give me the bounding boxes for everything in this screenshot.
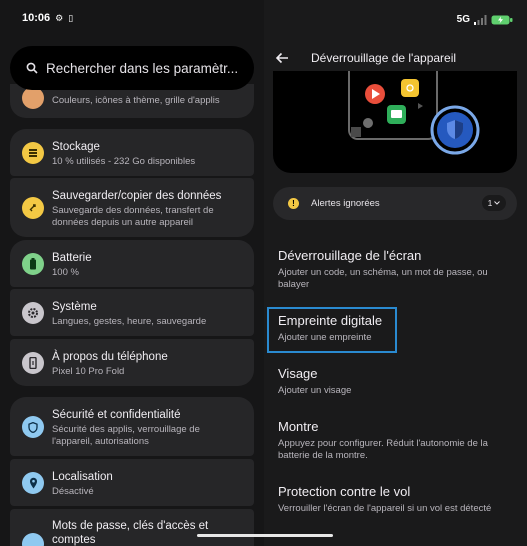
device-icon: ▯ [68, 12, 74, 23]
watch-option[interactable]: Montre Appuyez pour configurer. Réduit l… [278, 419, 508, 462]
backup-setting-item[interactable]: Sauvegarder/copier des données Sauvegard… [10, 178, 254, 237]
security-subtitle-1: Sécurité des applis, verrouillage de [52, 424, 200, 435]
gesture-navigation-bar[interactable] [197, 534, 333, 537]
security-illustration [273, 71, 517, 173]
battery-setting-item[interactable]: Batterie 100 % [10, 240, 254, 287]
storage-title: Stockage [52, 141, 100, 153]
theft-protection-option[interactable]: Protection contre le vol Verrouiller l'é… [278, 484, 508, 515]
ignored-alerts-chip[interactable]: ! Alertes ignorées 1 [273, 187, 517, 220]
fingerprint-focus-highlight [267, 307, 397, 353]
security-title: Sécurité et confidentialité [52, 409, 181, 421]
network-type: 5G [456, 14, 470, 25]
search-icon [26, 62, 38, 74]
location-subtitle: Désactivé [52, 486, 94, 497]
display-subtitle: Couleurs, icônes à thème, grille d'appli… [52, 95, 220, 106]
page-title: Déverrouillage de l'appareil [311, 51, 457, 65]
ignored-alerts-label: Alertes ignorées [311, 198, 380, 209]
settings-pane: 10:06 ⚙ ▯ Rechercher dans les paramètr..… [0, 0, 264, 546]
search-placeholder: Rechercher dans les paramètr... [46, 60, 239, 76]
battery-icon [22, 253, 44, 275]
storage-setting-item[interactable]: Stockage 10 % utilisés - 232 Go disponib… [10, 129, 254, 176]
security-subtitle-2: l'appareil, autorisations [52, 436, 149, 447]
backup-subtitle-1: Sauvegarde des données, transfert de [52, 205, 214, 216]
location-setting-item[interactable]: Localisation Désactivé [10, 459, 254, 506]
passwords-title-2: comptes [52, 534, 96, 546]
status-bar-left: 10:06 ⚙ ▯ [22, 12, 73, 24]
screen-unlock-option[interactable]: Déverrouillage de l'écran Ajouter un cod… [278, 248, 508, 291]
face-option[interactable]: Visage Ajouter un visage [278, 366, 508, 397]
back-arrow-icon[interactable] [275, 51, 289, 65]
screen-unlock-subtitle-1: Ajouter un code, un schéma, un mot de pa… [278, 267, 488, 278]
storage-icon [22, 142, 44, 164]
watch-subtitle-1: Appuyez pour configurer. Réduit l'autono… [278, 438, 488, 449]
device-unlock-pane: 5G Déverrouillage de l'appareil ! Alerte… [264, 0, 527, 546]
passwords-title-1: Mots de passe, clés d'accès et [52, 520, 209, 532]
settings-gear-icon: ⚙ [55, 12, 64, 23]
alert-count-badge[interactable]: 1 [482, 195, 506, 211]
system-title: Système [52, 301, 97, 313]
status-bar-right: 5G [457, 14, 513, 25]
palette-icon [22, 87, 44, 109]
watch-title: Montre [278, 419, 319, 434]
location-icon [22, 472, 44, 494]
theft-protection-subtitle: Verrouiller l'écran de l'appareil si un … [278, 503, 492, 514]
battery-title: Batterie [52, 252, 92, 264]
storage-subtitle: 10 % utilisés - 232 Go disponibles [52, 156, 196, 167]
key-icon [22, 533, 44, 546]
backup-title: Sauvegarder/copier des données [52, 190, 222, 202]
screen-unlock-title: Déverrouillage de l'écran [278, 248, 422, 263]
battery-subtitle: 100 % [52, 267, 79, 278]
backup-subtitle-2: données depuis un autre appareil [52, 217, 194, 228]
system-icon [22, 302, 44, 324]
passwords-setting-item[interactable]: Mots de passe, clés d'accès et comptes [10, 509, 254, 546]
battery-charging-icon [491, 15, 513, 24]
security-setting-item[interactable]: Sécurité et confidentialité Sécurité des… [10, 397, 254, 456]
system-subtitle: Langues, gestes, heure, sauvegarde [52, 316, 207, 327]
backup-icon [22, 197, 44, 219]
theft-protection-title: Protection contre le vol [278, 484, 411, 499]
about-phone-setting-item[interactable]: À propos du téléphone Pixel 10 Pro Fold [10, 339, 254, 386]
system-setting-item[interactable]: Système Langues, gestes, heure, sauvegar… [10, 289, 254, 336]
about-phone-subtitle: Pixel 10 Pro Fold [52, 366, 125, 377]
chevron-down-icon [494, 201, 501, 205]
location-title: Localisation [52, 471, 113, 483]
screen-unlock-subtitle-2: balayer [278, 279, 310, 290]
status-time: 10:06 [22, 12, 51, 24]
face-title: Visage [278, 366, 318, 381]
shield-icon [22, 416, 44, 438]
search-bar[interactable]: Rechercher dans les paramètr... [10, 46, 254, 90]
face-subtitle: Ajouter un visage [278, 385, 352, 396]
alert-count: 1 [487, 198, 493, 208]
signal-icon [474, 14, 487, 25]
about-phone-title: À propos du téléphone [52, 351, 168, 363]
phone-info-icon [22, 352, 44, 374]
warning-icon: ! [288, 198, 299, 209]
watch-subtitle-2: batterie de la montre. [278, 450, 368, 461]
